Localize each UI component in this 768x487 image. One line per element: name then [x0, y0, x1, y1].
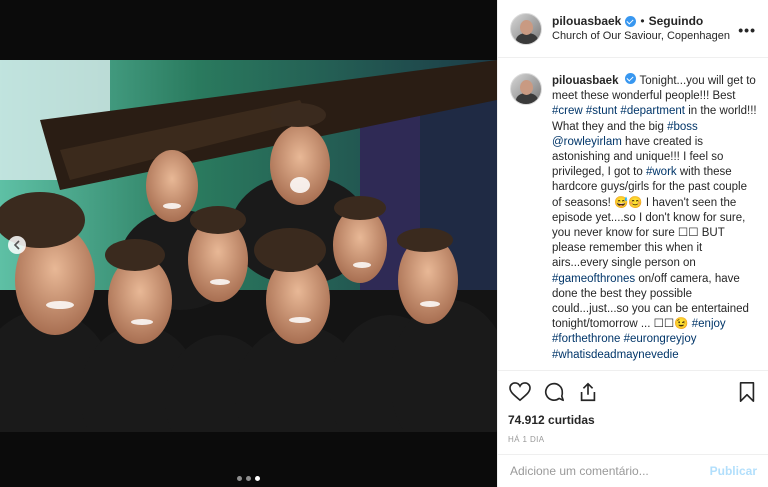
post-panel: pilouasbaek • Seguindo Church of Our Sav… [497, 0, 768, 487]
caption-comment: pilouasbaek Tonight...you will get to me… [510, 73, 757, 363]
following-button[interactable]: Seguindo [649, 14, 704, 29]
add-comment-bar: Publicar [498, 454, 768, 487]
verified-badge-icon [625, 73, 637, 84]
verified-badge-icon [625, 15, 637, 27]
avatar[interactable] [510, 12, 542, 45]
carousel-dot [237, 476, 242, 481]
chevron-left-icon [13, 240, 20, 250]
like-button[interactable] [508, 380, 532, 404]
comment-button[interactable] [542, 380, 566, 404]
likes-count[interactable]: 74.912 curtidas [508, 413, 759, 427]
caption-hashtag-link[interactable]: #whatisdeadmaynevedie [552, 349, 679, 361]
header-separator: • [640, 13, 645, 28]
avatar[interactable] [510, 73, 542, 105]
post-timestamp[interactable]: HÁ 1 DIA [508, 435, 759, 444]
heart-icon [509, 382, 531, 402]
share-icon [580, 382, 596, 402]
caption-text: pilouasbaek Tonight...you will get to me… [552, 73, 757, 363]
post-actions: 74.912 curtidas HÁ 1 DIA [498, 370, 768, 444]
header-username[interactable]: pilouasbaek [552, 14, 621, 29]
comment-icon [544, 382, 564, 402]
caption-body: Tonight...you will get to meet these won… [552, 75, 757, 361]
caption-hashtag-link[interactable]: #crew [552, 105, 583, 117]
caption-username[interactable]: pilouasbaek [552, 75, 618, 87]
more-options-icon[interactable]: ••• [738, 22, 756, 38]
comments-area: pilouasbaek Tonight...you will get to me… [498, 58, 768, 368]
bookmark-icon [739, 382, 755, 402]
location-link[interactable]: Church of Our Saviour, Copenhagen [552, 29, 730, 44]
post-photo[interactable] [0, 60, 497, 432]
carousel-dot [246, 476, 251, 481]
carousel-prev-button[interactable] [8, 236, 26, 254]
carousel-dot-active [255, 476, 260, 481]
caption-hashtag-link[interactable]: #stunt [586, 105, 617, 117]
post-media [0, 0, 497, 487]
caption-hashtag-link[interactable]: #work [646, 166, 677, 178]
caption-hashtag-link[interactable]: #gameofthrones [552, 273, 635, 285]
caption-hashtag-link[interactable]: @rowleyirlam [552, 136, 622, 148]
group-selfie-image [0, 60, 497, 432]
comment-input[interactable] [510, 464, 710, 478]
post-header: pilouasbaek • Seguindo Church of Our Sav… [498, 0, 768, 58]
caption-text-segment: with these hardcore guys/girls for the p… [552, 166, 747, 270]
caption-hashtag-link[interactable]: #forthethrone [552, 333, 620, 345]
save-button[interactable] [735, 380, 759, 404]
carousel-dots [0, 476, 497, 481]
share-button[interactable] [576, 380, 600, 404]
caption-hashtag-link[interactable]: #eurongreyjoy [624, 333, 697, 345]
publish-button[interactable]: Publicar [710, 464, 757, 478]
caption-hashtag-link[interactable]: #department [620, 105, 685, 117]
caption-hashtag-link[interactable]: #boss [667, 121, 698, 133]
caption-hashtag-link[interactable]: #enjoy [692, 318, 726, 330]
